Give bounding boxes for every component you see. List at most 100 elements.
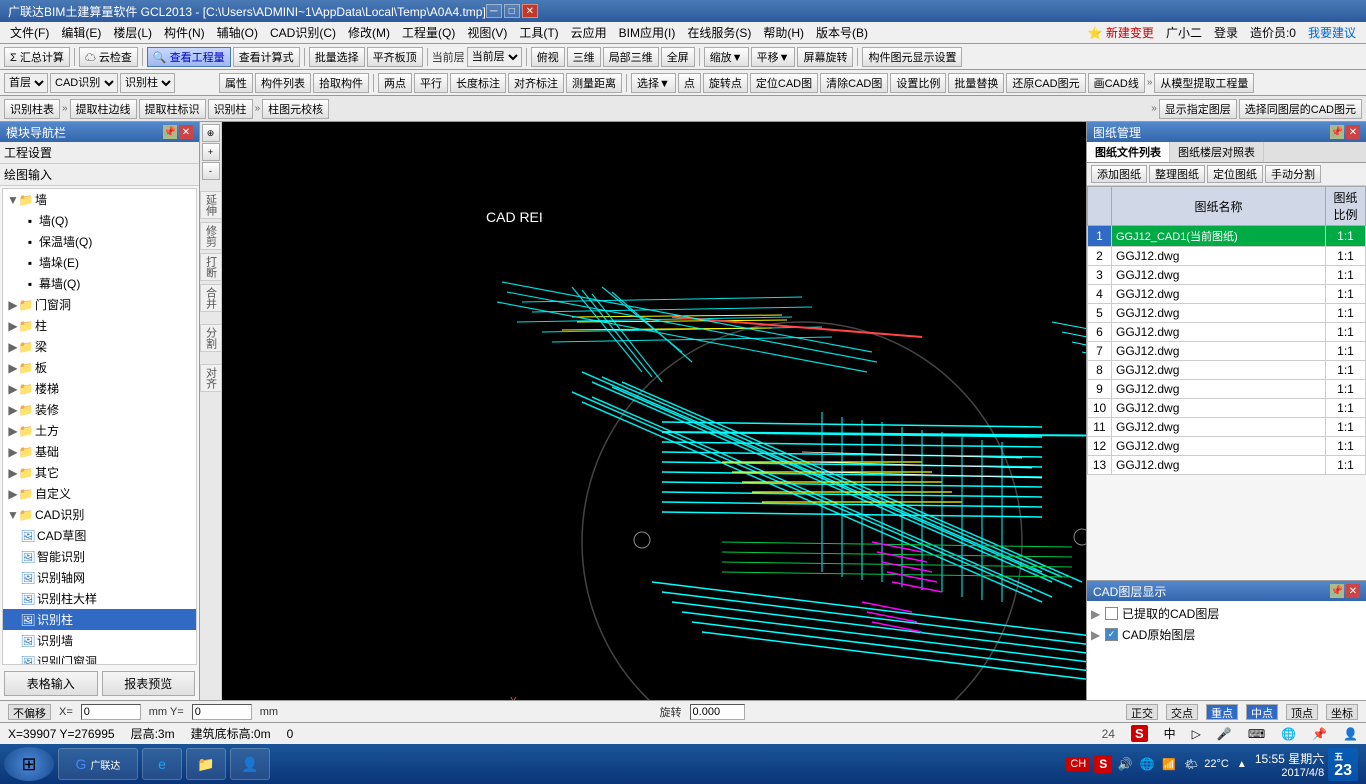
btn-comp-list[interactable]: 构件列表 <box>255 73 311 93</box>
btn-intersect[interactable]: 交点 <box>1166 704 1198 720</box>
menu-file[interactable]: 文件(F) <box>4 22 55 43</box>
layer-checkbox-extracted[interactable] <box>1105 607 1118 620</box>
taskbar-item-ie[interactable]: e <box>142 748 182 780</box>
layer-item-extracted[interactable]: ▶ 已提取的CAD图层 <box>1091 603 1362 624</box>
y-input[interactable] <box>192 704 252 720</box>
btn-rotate-point[interactable]: 旋转点 <box>703 73 748 93</box>
btn-show-layer[interactable]: 显示指定图层 <box>1159 99 1237 119</box>
expand-btn1[interactable]: » <box>62 103 68 114</box>
btn-plan[interactable]: 俯视 <box>531 47 565 67</box>
tree-item-smart-id[interactable]: 🖼智能识别 <box>3 546 196 567</box>
btn-property[interactable]: 属性 <box>219 73 253 93</box>
x-input[interactable] <box>81 704 141 720</box>
btn-id-col-table[interactable]: 识别柱表 <box>4 99 60 119</box>
start-button[interactable]: ⊞ <box>4 747 54 781</box>
tree-item-id-wall[interactable]: 🖼识别墙 <box>3 630 196 651</box>
table-row[interactable]: 2 GGJ12.dwg 1:1 <box>1088 247 1366 266</box>
layer-item-original[interactable]: ▶ ✓ CAD原始图层 <box>1091 624 1362 645</box>
tree-item-beam[interactable]: ▶📁梁 <box>3 336 196 357</box>
btn-no-offset[interactable]: 不偏移 <box>8 704 51 720</box>
menu-login[interactable]: 登录 <box>1208 22 1244 43</box>
tray-more[interactable]: ▲ <box>1233 755 1251 773</box>
btn-align-slab[interactable]: 平齐板顶 <box>367 47 423 67</box>
btn-measure-dist[interactable]: 测量距离 <box>566 73 622 93</box>
tree-item-foundation[interactable]: ▶📁基础 <box>3 441 196 462</box>
tree-item-wall[interactable]: ▼📁墙 <box>3 189 196 210</box>
tab-floor-map[interactable]: 图纸楼层对照表 <box>1170 142 1264 162</box>
menu-cloud[interactable]: 云应用 <box>565 22 613 43</box>
table-row[interactable]: 8 GGJ12.dwg 1:1 <box>1088 361 1366 380</box>
vbtn-1[interactable]: + <box>202 143 220 161</box>
table-row[interactable]: 13 GGJ12.dwg 1:1 <box>1088 456 1366 475</box>
minimize-button[interactable]: ─ <box>486 4 502 18</box>
tree-item-col[interactable]: ▶📁柱 <box>3 315 196 336</box>
tree-item-other[interactable]: ▶📁其它 <box>3 462 196 483</box>
btn-organize-drawing[interactable]: 整理图纸 <box>1149 165 1205 183</box>
menu-bim[interactable]: BIM应用(I) <box>613 22 682 43</box>
nav-section-project[interactable]: 工程设置 <box>0 142 199 164</box>
tree-item-wall-q[interactable]: ▪墙(Q) <box>3 210 196 231</box>
layer-checkbox-original[interactable]: ✓ <box>1105 628 1118 641</box>
btn-vertex[interactable]: 顶点 <box>1286 704 1318 720</box>
btn-draw-cad-line[interactable]: 画CAD线 <box>1088 73 1145 93</box>
vt-split[interactable]: 分割 <box>200 324 222 352</box>
btn-rotate[interactable]: 屏幕旋转 <box>797 47 853 67</box>
menu-modify[interactable]: 修改(M) <box>342 22 396 43</box>
tree-item-curtain[interactable]: ▪幕墙(Q) <box>3 273 196 294</box>
btn-report-preview[interactable]: 报表预览 <box>102 671 196 696</box>
id-col-select[interactable]: 识别柱 <box>120 73 175 93</box>
layer-panel-pin[interactable]: 📌 <box>1330 584 1344 598</box>
vt-align[interactable]: 对齐 <box>200 364 222 392</box>
btn-cloud-check[interactable]: ☁ 云检查 <box>79 47 138 67</box>
btn-set-scale[interactable]: 设置比例 <box>890 73 946 93</box>
cad-type-select[interactable]: CAD识别 <box>50 73 118 93</box>
tree-item-id-col-sel[interactable]: 🖼识别柱 <box>3 609 196 630</box>
btn-fullscreen[interactable]: 全屏 <box>661 47 695 67</box>
btn-locate-drawing[interactable]: 定位图纸 <box>1207 165 1263 183</box>
nav-panel-close[interactable]: ✕ <box>179 125 193 139</box>
tree-item-wall-pillar[interactable]: ▪墙垛(E) <box>3 252 196 273</box>
btn-display-settings[interactable]: 构件图元显示设置 <box>862 47 962 67</box>
btn-manual-split[interactable]: 手动分割 <box>1265 165 1321 183</box>
menu-new-change[interactable]: ⭐ 新建变更 <box>1082 22 1160 43</box>
btn-extract-col-mark[interactable]: 提取柱标识 <box>139 99 206 119</box>
vbtn-snap[interactable]: ⊕ <box>202 124 220 142</box>
menu-aux-axis[interactable]: 辅轴(O) <box>211 22 264 43</box>
table-row[interactable]: 10 GGJ12.dwg 1:1 <box>1088 399 1366 418</box>
menu-view[interactable]: 视图(V) <box>461 22 513 43</box>
btn-ortho[interactable]: 正交 <box>1126 704 1158 720</box>
taskbar-item-user[interactable]: 👤 <box>230 748 270 780</box>
right-panel-close[interactable]: ✕ <box>1346 125 1360 139</box>
menu-price[interactable]: 造价员:0 <box>1244 22 1302 43</box>
taskbar-item-folder[interactable]: 📁 <box>186 748 226 780</box>
tree-item-insulation[interactable]: ▪保温墙(Q) <box>3 231 196 252</box>
rotate-input[interactable] <box>690 704 745 720</box>
btn-clear-cad[interactable]: 清除CAD图 <box>820 73 888 93</box>
btn-3d[interactable]: 三维 <box>567 47 601 67</box>
btn-view-quantity[interactable]: 🔍 查看工程量 <box>147 47 231 67</box>
table-row[interactable]: 12 GGJ12.dwg 1:1 <box>1088 437 1366 456</box>
menu-cad[interactable]: CAD识别(C) <box>264 22 342 43</box>
btn-extract-from-model[interactable]: 从模型提取工程量 <box>1154 73 1254 93</box>
btn-add-drawing[interactable]: 添加图纸 <box>1091 165 1147 183</box>
btn-key-point[interactable]: 重点 <box>1206 704 1238 720</box>
tree-item-id-col-detail[interactable]: 🖼识别柱大样 <box>3 588 196 609</box>
table-row[interactable]: 11 GGJ12.dwg 1:1 <box>1088 418 1366 437</box>
menu-tools[interactable]: 工具(T) <box>513 22 564 43</box>
floor-select[interactable]: 当前层 <box>467 47 522 67</box>
btn-batch-replace[interactable]: 批量替换 <box>948 73 1004 93</box>
tree-item-stair[interactable]: ▶📁楼梯 <box>3 378 196 399</box>
btn-locate-cad[interactable]: 定位CAD图 <box>750 73 818 93</box>
table-row[interactable]: 4 GGJ12.dwg 1:1 <box>1088 285 1366 304</box>
table-row[interactable]: 3 GGJ12.dwg 1:1 <box>1088 266 1366 285</box>
btn-pan[interactable]: 平移▼ <box>751 47 796 67</box>
table-row[interactable]: 1 GGJ12_CAD1(当前图纸) 1:1 <box>1088 226 1366 247</box>
menu-online[interactable]: 在线服务(S) <box>681 22 757 43</box>
btn-restore-cad[interactable]: 还原CAD图元 <box>1006 73 1085 93</box>
btn-pick-comp[interactable]: 拾取构件 <box>313 73 369 93</box>
btn-local-3d[interactable]: 局部三维 <box>603 47 659 67</box>
btn-identify-col[interactable]: 识别柱 <box>208 99 253 119</box>
menu-assistant[interactable]: 广小二 <box>1160 22 1208 43</box>
vt-merge[interactable]: 合并 <box>200 284 222 312</box>
vbtn-2[interactable]: - <box>202 162 220 180</box>
